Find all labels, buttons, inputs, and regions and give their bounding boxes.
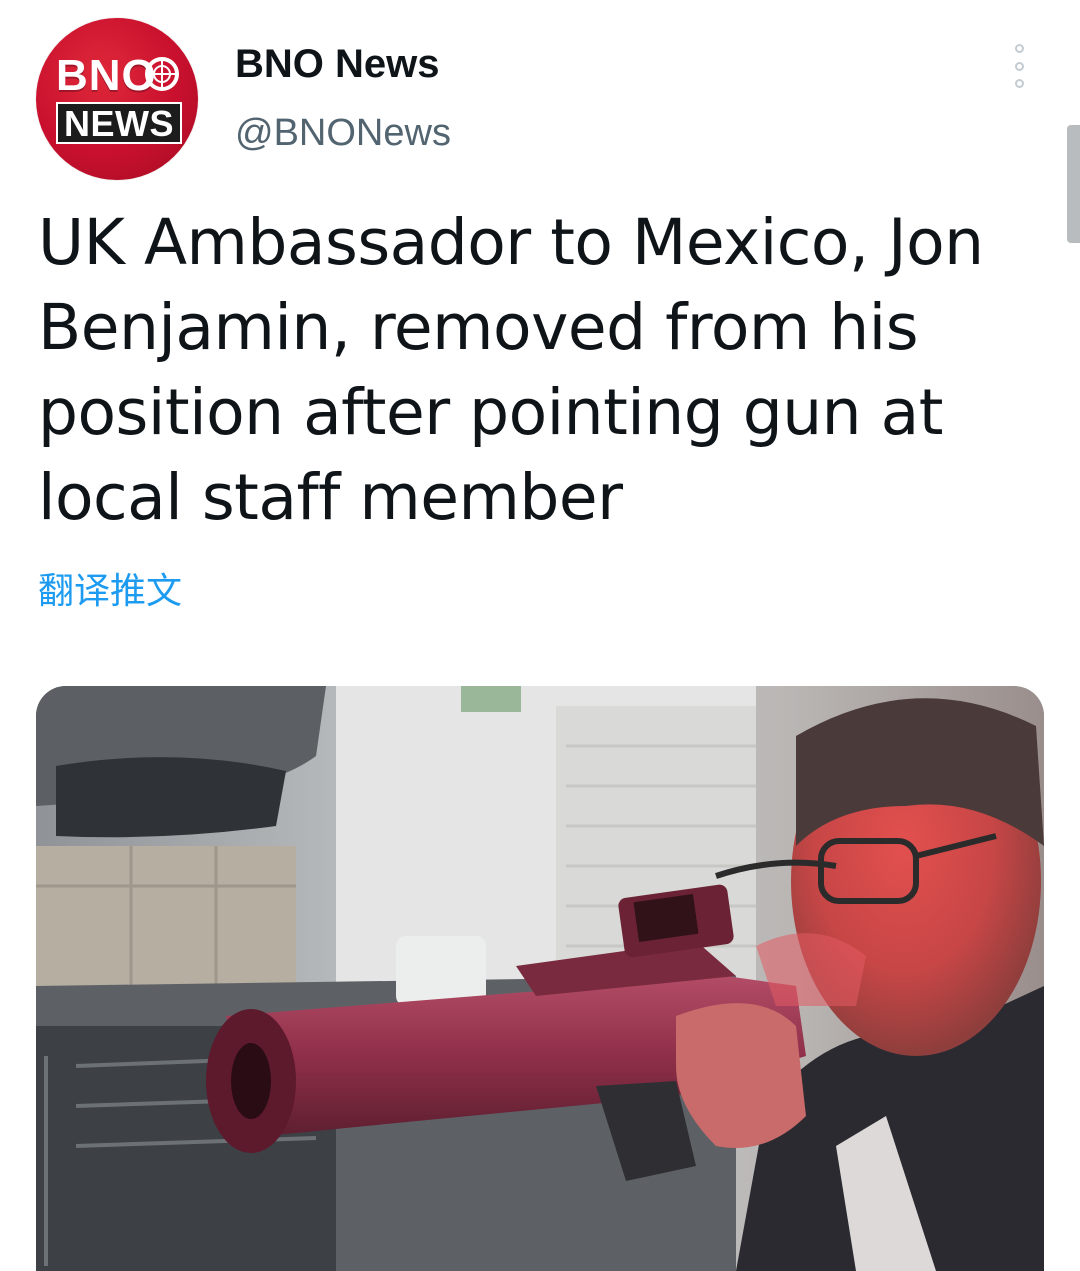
tweet-media-video[interactable] <box>36 686 1044 1271</box>
more-options-icon[interactable] <box>1006 44 1032 88</box>
user-handle[interactable]: @BNONews <box>235 112 451 155</box>
video-still-image <box>36 686 1044 1271</box>
dot-icon <box>1014 79 1024 88</box>
tweet-text-line: UK Ambassador to Mexico, Jon <box>38 206 984 279</box>
display-name[interactable]: BNO News <box>235 42 440 87</box>
dot-icon <box>1014 61 1024 71</box>
logo-bno-text: BNO <box>56 51 157 100</box>
tweet-text: UK Ambassador to Mexico, Jon Benjamin, r… <box>38 200 1028 540</box>
dot-icon <box>1014 44 1024 53</box>
tweet-text-line: local staff member <box>38 461 623 534</box>
logo-news-box: NEWS <box>56 102 182 144</box>
translate-tweet-link[interactable]: 翻译推文 <box>38 562 182 614</box>
account-avatar[interactable]: BNO NEWS <box>36 18 198 180</box>
tweet-text-line: position after pointing gun at <box>38 376 943 449</box>
globe-icon <box>145 57 179 91</box>
scrollbar-thumb[interactable] <box>1067 125 1080 243</box>
logo-news-text: NEWS <box>64 103 174 144</box>
tweet-text-line: Benjamin, removed from his <box>38 291 919 364</box>
